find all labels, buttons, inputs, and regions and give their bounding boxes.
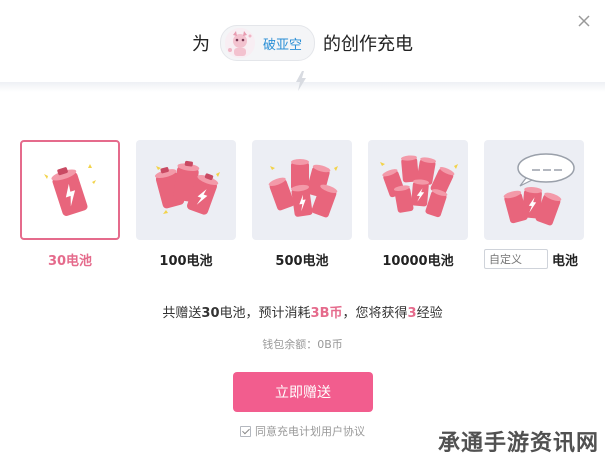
watermark: 承通手游资讯网 [437,431,599,456]
option-label-500: 500电池 [275,254,329,269]
wallet-balance: 钱包余额：0B币 [262,338,343,351]
lightning-icon [296,71,306,91]
option-label-10000: 10000电池 [382,254,454,269]
battery-icon [44,164,96,216]
send-button[interactable]: 立即赠送 [233,372,373,412]
battery-options: 30电池 100电池 500电池 10000电池 [20,140,590,269]
option-label-100: 100电池 [159,254,213,269]
summary-text-2: 电池，预计消耗 [219,306,311,321]
custom-amount-row: 电池 [484,248,584,270]
charge-summary: 共赠送30电池，预计消耗3B币，您将获得3经验 [0,302,605,321]
title-suffix: 的创作充电 [323,34,413,55]
option-card-30[interactable] [20,140,120,240]
summary-text-1: 共赠送 [162,306,202,321]
summary-battery-count: 30 [201,306,220,321]
summary-text-4: 经验 [416,306,443,321]
option-card-500[interactable] [252,140,352,240]
summary-text-3: ，您将获得 [342,306,408,321]
summary-exp: 3 [407,306,417,321]
title-prefix: 为 [191,34,210,55]
user-chip[interactable]: 破亚空 [219,25,315,61]
check-icon [242,426,250,434]
option-card-10000[interactable] [368,140,468,240]
dialog-title: 为 破亚空 的创作充电 [0,24,605,62]
option-label-30: 30电池 [47,254,93,269]
battery-icon [268,159,338,218]
user-name[interactable]: 破亚空 [263,34,302,53]
battery-icon [503,186,562,226]
agree-checkbox[interactable] [240,425,251,437]
agreement-link[interactable]: 同意充电计划用户协议 [255,423,365,439]
option-card-custom[interactable] [484,140,584,240]
custom-amount-input[interactable] [484,249,548,269]
custom-unit-label: 电池 [552,253,579,269]
battery-icon [380,155,458,218]
summary-cost: 3B币 [310,306,343,321]
avatar[interactable] [224,28,255,58]
speech-bubble-icon [517,153,575,187]
battery-icon [154,160,220,215]
option-card-100[interactable] [136,140,236,240]
